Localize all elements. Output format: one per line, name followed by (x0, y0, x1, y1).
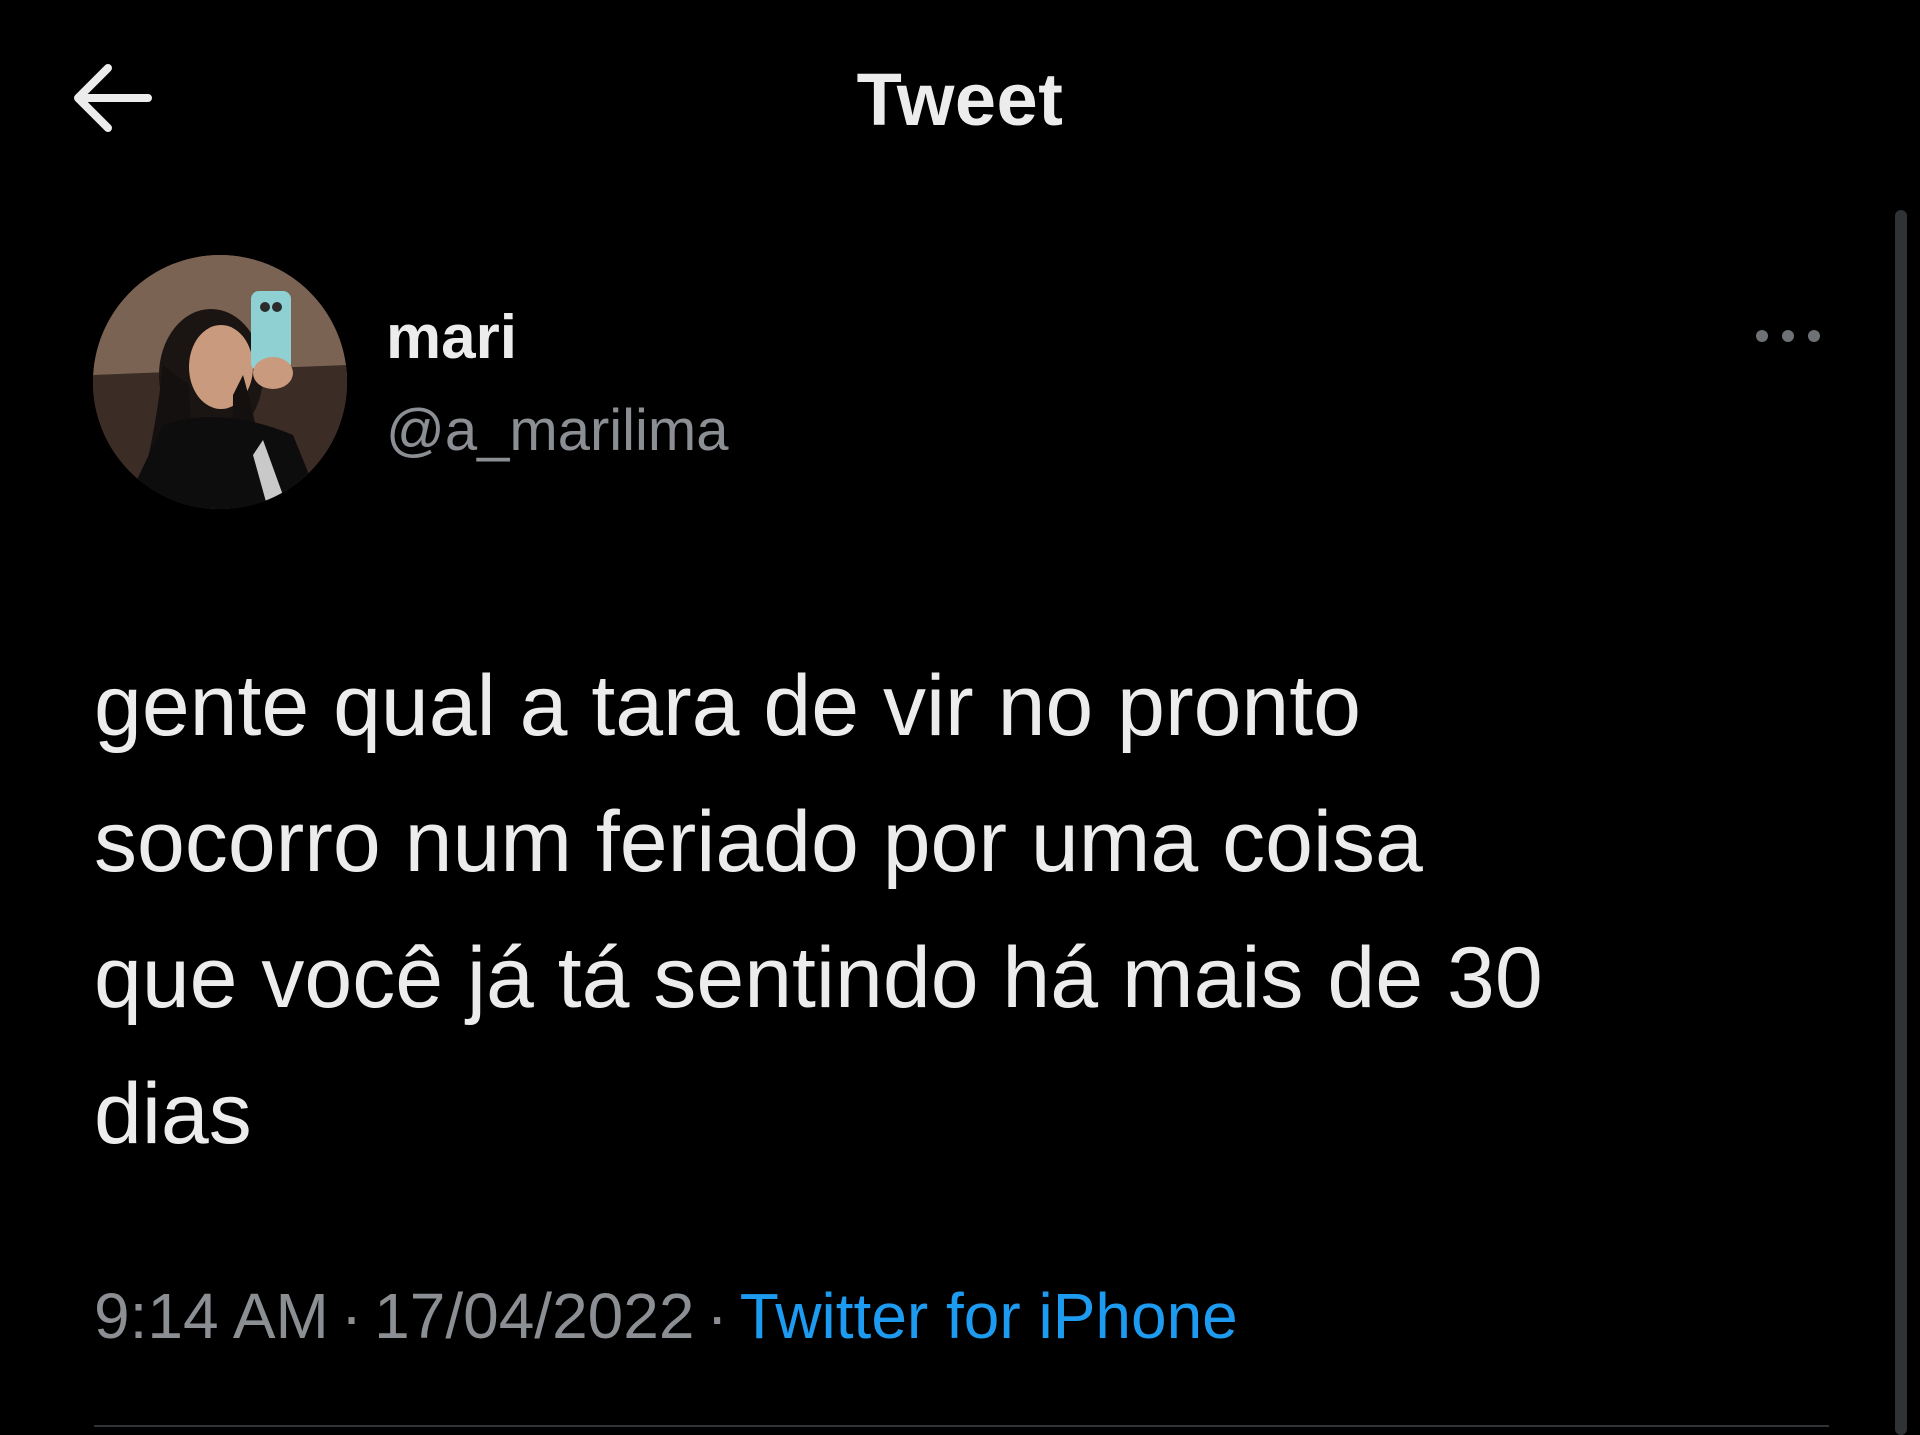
tweet-source-link[interactable]: Twitter for iPhone (740, 1280, 1238, 1352)
separator-dot: · (340, 1280, 363, 1352)
tweet-text-line: socorro num feriado por uma coisa (94, 794, 1423, 890)
user-handle[interactable]: @a_marilima (386, 396, 729, 466)
tweet-metadata: 9:14 AM · 17/04/2022 · Twitter for iPhone (94, 1276, 1238, 1356)
separator-dot: · (706, 1280, 728, 1352)
tweet-text: gente qual a tara de vir no pronto socor… (94, 638, 1864, 1182)
profile-photo (93, 255, 347, 509)
top-bar: Tweet (0, 0, 1920, 200)
tweet-text-line: gente qual a tara de vir no pronto (94, 658, 1361, 754)
more-dots-icon (1756, 330, 1820, 342)
tweet-time[interactable]: 9:14 AM (94, 1280, 329, 1352)
tweet-text-line: dias (94, 1066, 252, 1162)
page-title: Tweet (856, 58, 1064, 141)
tweet-text-line: que você já tá sentindo há mais de 30 (94, 930, 1543, 1026)
avatar[interactable] (93, 255, 347, 509)
scrollbar[interactable] (1895, 210, 1907, 1435)
divider (94, 1425, 1829, 1427)
tweet-date[interactable]: 17/04/2022 (374, 1280, 694, 1352)
display-name[interactable]: mari (386, 302, 517, 374)
more-options-button[interactable] (1750, 318, 1826, 354)
